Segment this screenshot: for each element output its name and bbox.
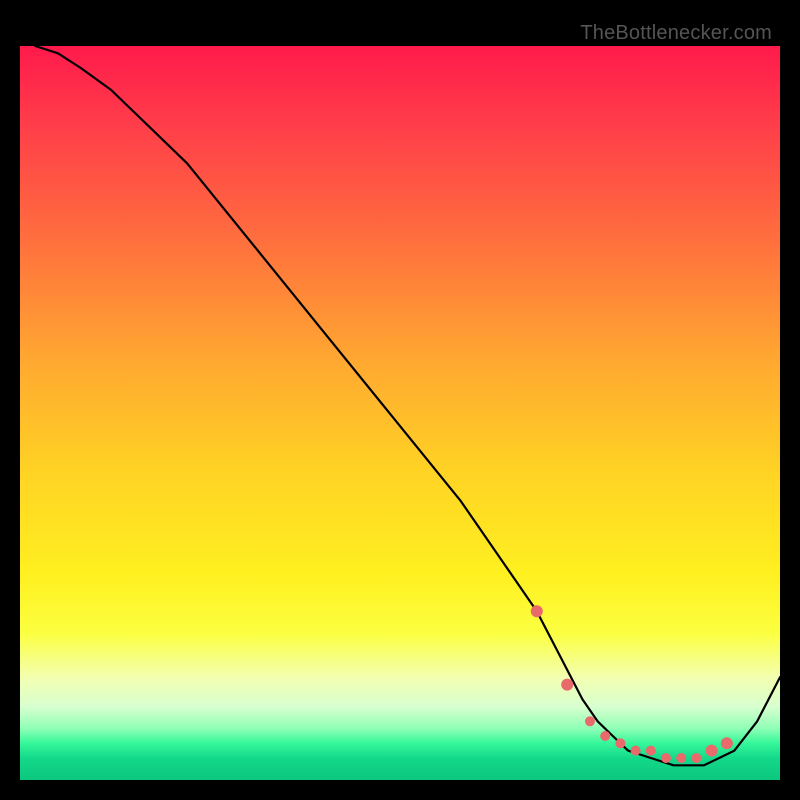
- chart-frame: TheBottlenecker.com: [20, 20, 780, 780]
- highlight-dot: [646, 746, 656, 756]
- highlight-dot: [600, 731, 610, 741]
- highlight-dot: [615, 738, 625, 748]
- highlight-dot: [691, 753, 701, 763]
- highlight-dot: [585, 716, 595, 726]
- highlight-dot: [661, 753, 671, 763]
- chart-svg: [20, 46, 780, 780]
- highlight-dot: [561, 679, 573, 691]
- highlight-dot: [721, 737, 733, 749]
- watermark-text: TheBottlenecker.com: [580, 22, 772, 45]
- highlight-markers: [531, 605, 733, 763]
- highlight-dot: [706, 745, 718, 757]
- plot-area: [20, 46, 780, 780]
- highlight-dot: [631, 746, 641, 756]
- highlight-dot: [531, 605, 543, 617]
- highlight-dot: [676, 753, 686, 763]
- bottleneck-curve: [35, 46, 780, 765]
